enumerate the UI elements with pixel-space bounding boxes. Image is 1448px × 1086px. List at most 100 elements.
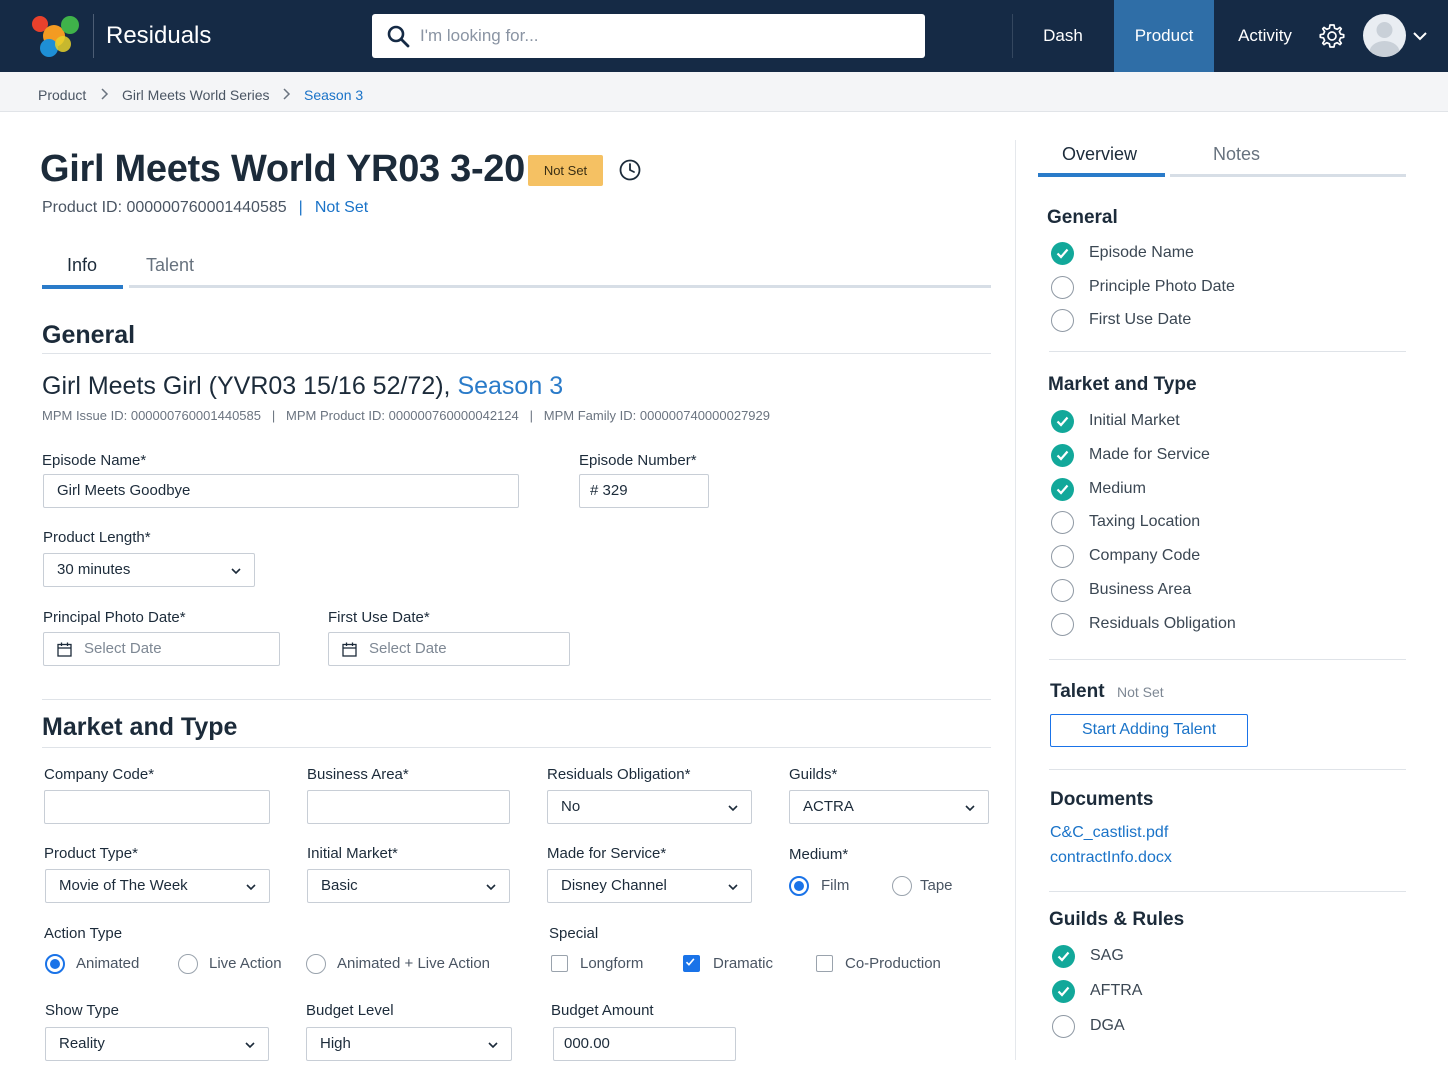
business-area-label: Business Area*	[307, 766, 409, 783]
page-title: Girl Meets World YR03 3-20	[40, 148, 525, 190]
tab-active-indicator	[42, 285, 123, 289]
breadcrumb-product[interactable]: Product	[38, 87, 86, 103]
residuals-obligation-select[interactable]: No	[547, 790, 752, 824]
calendar-icon	[342, 642, 357, 657]
panel-divider	[1015, 140, 1016, 1060]
check-circle-icon	[1051, 443, 1074, 467]
product-length-select[interactable]: 30 minutes	[43, 553, 255, 587]
initial-market-value: Basic	[321, 877, 358, 894]
medium-film-radio[interactable]	[789, 876, 809, 896]
breadcrumb-season[interactable]: Season 3	[304, 87, 363, 103]
empty-circle-icon	[1051, 545, 1074, 569]
logo-divider	[93, 14, 94, 58]
chevron-down-icon[interactable]	[1412, 28, 1428, 44]
first-use-date-field[interactable]: Select Date	[328, 632, 570, 666]
product-id: Product ID: 000000760001440585	[42, 199, 287, 216]
budget-amount-field[interactable]: 000.00	[553, 1027, 736, 1061]
guilds-label: Guilds*	[789, 766, 838, 783]
product-type-select[interactable]: Movie of The Week	[45, 869, 270, 903]
business-area-field[interactable]	[307, 790, 510, 824]
longform-checkbox[interactable]	[551, 955, 568, 972]
nav-product[interactable]: Product	[1114, 0, 1214, 72]
status-link[interactable]: Not Set	[315, 199, 368, 216]
co-production-checkbox[interactable]	[816, 955, 833, 972]
guilds-select[interactable]: ACTRA	[789, 790, 989, 824]
chevron-down-icon	[486, 884, 496, 891]
product-type-value: Movie of The Week	[59, 877, 188, 894]
action-type-label: Action Type	[44, 925, 123, 942]
action-animated-radio[interactable]	[45, 954, 65, 974]
season-link[interactable]: Season 3	[457, 372, 563, 400]
co-production-label: Co-Production	[845, 955, 941, 972]
check-circle-icon	[1052, 945, 1075, 968]
nav-dash[interactable]: Dash	[1013, 0, 1113, 72]
special-label: Special	[549, 925, 599, 942]
start-adding-talent-button[interactable]: Start Adding Talent	[1050, 714, 1248, 747]
medium-tape-radio[interactable]	[892, 876, 912, 896]
product-id-line: Product ID: 000000760001440585 | Not Set	[42, 199, 369, 216]
show-type-label: Show Type	[45, 1002, 119, 1019]
divider	[1049, 351, 1406, 352]
talent-status: Not Set	[1117, 684, 1164, 700]
nav-activity[interactable]: Activity	[1215, 0, 1315, 72]
top-bar: Residuals Dash Product Activity	[0, 0, 1448, 72]
checklist-item-label: Business Area	[1089, 581, 1192, 598]
action-live-label: Live Action	[209, 955, 282, 972]
chevron-down-icon	[728, 884, 738, 891]
app-logo-icon[interactable]	[30, 14, 86, 58]
dramatic-checkbox[interactable]	[683, 955, 700, 972]
tab-notes[interactable]: Notes	[1213, 144, 1260, 165]
tab-info[interactable]: Info	[67, 255, 97, 276]
subtitle-text: Girl Meets Girl (YVR03 15/16 52/72),	[42, 372, 451, 400]
episode-number-field[interactable]: # 329	[579, 474, 709, 508]
empty-circle-icon	[1051, 275, 1074, 299]
made-for-service-value: Disney Channel	[561, 877, 667, 894]
breadcrumb: Product Girl Meets World Series Season 3	[0, 72, 1448, 112]
medium-label: Medium*	[789, 846, 849, 863]
checklist-item-label: Initial Market	[1089, 412, 1180, 429]
action-live-radio[interactable]	[178, 954, 198, 974]
empty-circle-icon	[1051, 309, 1074, 332]
calendar-icon	[57, 642, 72, 657]
show-type-select[interactable]: Reality	[45, 1027, 269, 1061]
empty-circle-icon	[1051, 612, 1074, 636]
guilds-value: ACTRA	[803, 798, 854, 815]
app-title: Residuals	[106, 22, 212, 49]
principal-photo-date-field[interactable]: Select Date	[43, 632, 280, 666]
made-for-service-select[interactable]: Disney Channel	[547, 869, 752, 903]
right-tab-active-indicator	[1038, 173, 1165, 177]
divider	[1049, 891, 1406, 892]
search-box[interactable]	[372, 14, 925, 58]
tab-talent[interactable]: Talent	[146, 255, 194, 276]
budget-amount-label: Budget Amount	[551, 1002, 654, 1019]
check-circle-icon	[1051, 242, 1074, 265]
tab-overview[interactable]: Overview	[1062, 144, 1137, 165]
checklist-item-label: Taxing Location	[1089, 513, 1201, 531]
user-icon	[1369, 22, 1400, 57]
gear-icon[interactable]	[1318, 22, 1346, 50]
check-circle-icon	[1052, 980, 1075, 1003]
budget-level-select[interactable]: High	[306, 1027, 512, 1061]
document-link[interactable]: contractInfo.docx	[1050, 849, 1172, 867]
company-code-field[interactable]	[44, 790, 270, 824]
clock-icon[interactable]	[618, 158, 642, 182]
overview-talent-title: Talent	[1050, 681, 1105, 702]
avatar[interactable]	[1363, 14, 1406, 57]
initial-market-select[interactable]: Basic	[307, 869, 510, 903]
episode-number-label: Episode Number*	[579, 452, 697, 469]
action-animated-live-radio[interactable]	[306, 954, 326, 974]
episode-name-label: Episode Name*	[42, 452, 147, 469]
overview-market-title: Market and Type	[1048, 374, 1197, 395]
episode-name-field[interactable]: Girl Meets Goodbye	[43, 474, 519, 508]
document-link[interactable]: C&C_castlist.pdf	[1050, 824, 1168, 842]
empty-circle-icon	[1051, 511, 1074, 535]
search-input[interactable]	[420, 14, 910, 58]
divider	[42, 699, 991, 700]
product-length-label: Product Length*	[43, 529, 151, 546]
divider	[1049, 769, 1406, 770]
action-animated-label: Animated	[76, 955, 140, 972]
chevron-down-icon	[488, 1042, 498, 1049]
checklist-item-label: Principle Photo Date	[1089, 277, 1235, 295]
breadcrumb-series[interactable]: Girl Meets World Series	[122, 87, 270, 103]
checklist-item-label: SAG	[1090, 947, 1124, 964]
